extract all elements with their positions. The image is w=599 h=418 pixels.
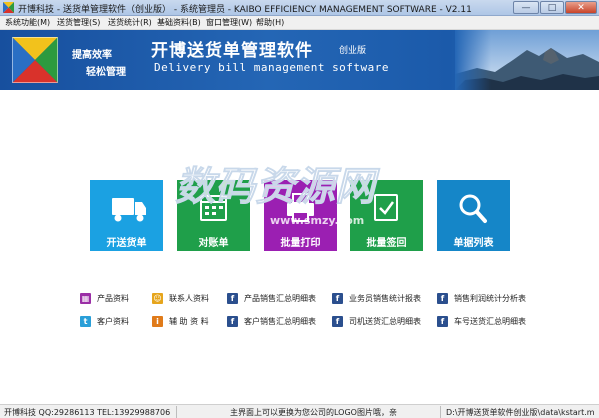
- menu-help[interactable]: 帮助(H): [256, 17, 284, 28]
- tile-label: 开送货单: [106, 238, 147, 249]
- link-profit-analysis[interactable]: f 销售利润统计分析表: [437, 292, 537, 306]
- slogan-line-2: 轻松管理: [86, 67, 126, 78]
- tile-batch-signback[interactable]: 批量签回: [350, 180, 423, 251]
- maximize-icon: □: [547, 3, 557, 13]
- link-vehicle-delivery-summary[interactable]: f 车号送货汇总明细表: [437, 315, 537, 329]
- header-banner: 提高效率 轻松管理 开博送货单管理软件 创业版 Delivery bill ma…: [0, 30, 599, 90]
- facebook-icon: f: [332, 316, 343, 327]
- link-customer-data[interactable]: t 客户资料: [80, 315, 150, 329]
- status-path: D:\开博送货单软件创业版\data\kstart.m: [446, 408, 595, 417]
- link-contact-data[interactable]: ☺ 联系人资料: [152, 292, 227, 306]
- facebook-icon: f: [227, 293, 238, 304]
- slogan-line-1: 提高效率: [72, 50, 112, 61]
- product-icon: ▦: [80, 293, 91, 304]
- contact-icon: ☺: [152, 293, 163, 304]
- menu-bar: 系统功能(M) 送货管理(S) 送货统计(R) 基础资料(B) 窗口管理(W) …: [0, 16, 599, 30]
- menu-basic-data[interactable]: 基础资料(B): [157, 17, 201, 28]
- minimize-icon: —: [521, 3, 531, 13]
- link-driver-delivery-summary[interactable]: f 司机送货汇总明细表: [332, 315, 432, 329]
- logo-icon: [12, 37, 58, 83]
- link-product-sales-summary[interactable]: f 产品销售汇总明细表: [227, 292, 327, 306]
- info-icon: i: [152, 316, 163, 327]
- status-divider: [176, 406, 177, 418]
- window-title: 开博科技 - 送货单管理软件（创业版） - 系统管理员 - KAIBO EFFI…: [18, 5, 472, 15]
- link-customer-sales-summary[interactable]: f 客户销售汇总明细表: [227, 315, 327, 329]
- status-bar: 开博科技 QQ:29286113 TEL:13929988706 主界面上可以更…: [0, 404, 599, 418]
- facebook-icon: f: [437, 316, 448, 327]
- status-divider: [440, 406, 441, 418]
- facebook-icon: f: [437, 293, 448, 304]
- menu-statistics[interactable]: 送货统计(R): [108, 17, 152, 28]
- menu-system[interactable]: 系统功能(M): [5, 17, 50, 28]
- twitter-icon: t: [80, 316, 91, 327]
- app-icon: [3, 2, 14, 13]
- maximize-button[interactable]: □: [540, 1, 564, 14]
- menu-delivery[interactable]: 送货管理(S): [57, 17, 100, 28]
- edition-label: 创业版: [339, 46, 367, 56]
- tile-label: 单据列表: [453, 238, 494, 249]
- tile-statement[interactable]: 对账单: [177, 180, 250, 251]
- close-icon: ✕: [577, 3, 585, 13]
- tile-label: 批量签回: [366, 238, 407, 249]
- minimize-button[interactable]: —: [513, 1, 539, 14]
- tile-new-delivery[interactable]: 开送货单: [90, 180, 163, 251]
- title-bar: 开博科技 - 送货单管理软件（创业版） - 系统管理员 - KAIBO EFFI…: [0, 0, 599, 16]
- tile-batch-print[interactable]: 批量打印: [264, 180, 337, 251]
- link-auxiliary-data[interactable]: i 辅 助 资 料: [152, 315, 227, 329]
- mountain-image: [455, 30, 599, 90]
- status-message: 主界面上可以更换为您公司的LOGO图片哦，亲: [230, 408, 397, 417]
- facebook-icon: f: [227, 316, 238, 327]
- facebook-icon: f: [332, 293, 343, 304]
- link-product-data[interactable]: ▦ 产品资料: [80, 292, 150, 306]
- app-title: 开博送货单管理软件: [151, 41, 313, 61]
- tile-label: 批量打印: [280, 238, 321, 249]
- tile-document-list[interactable]: 单据列表: [437, 180, 510, 251]
- close-button[interactable]: ✕: [565, 1, 597, 14]
- menu-window[interactable]: 窗口管理(W): [206, 17, 252, 28]
- link-salesman-report[interactable]: f 业务员销售统计报表: [332, 292, 432, 306]
- tile-label: 对账单: [198, 238, 229, 249]
- app-subtitle: Delivery bill management software: [154, 61, 390, 74]
- status-company: 开博科技 QQ:29286113 TEL:13929988706: [4, 408, 171, 417]
